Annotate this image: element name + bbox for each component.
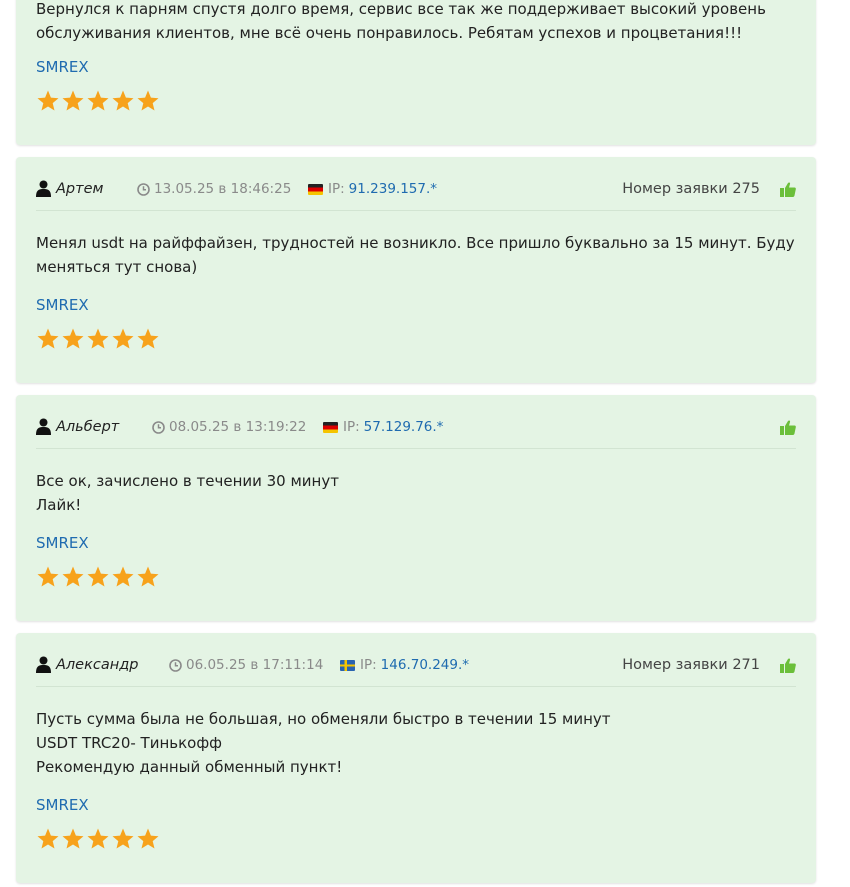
star-icon xyxy=(137,566,159,587)
order-number: Номер заявки 271 xyxy=(622,657,760,673)
star-icon xyxy=(112,828,134,849)
star-icon xyxy=(62,328,84,349)
thumbs-up-icon[interactable] xyxy=(780,658,796,673)
review-date: 08.05.25 в 13:19:22 xyxy=(152,419,306,435)
review-text-line: Менял usdt на райффайзен, трудностей не … xyxy=(36,234,795,252)
review-text: Вернулся к парням спустя долго время, се… xyxy=(36,0,796,45)
author: Артем xyxy=(36,180,103,197)
star-icon xyxy=(37,328,59,349)
review-text-line: Все ок, зачислено в течении 30 минут xyxy=(36,472,339,490)
review-card: Вернулся к парням спустя долго время, се… xyxy=(16,0,816,145)
review-text-line: Рекомендую данный обменный пункт! xyxy=(36,758,343,776)
review-date: 13.05.25 в 18:46:25 xyxy=(137,181,291,197)
service-link[interactable]: SMREX xyxy=(36,796,89,814)
rating-stars xyxy=(36,327,161,351)
date-text: 06.05.25 в 17:11:14 xyxy=(186,657,324,673)
star-icon xyxy=(62,828,84,849)
star-icon xyxy=(112,566,134,587)
user-icon xyxy=(36,180,51,197)
user-icon xyxy=(36,418,51,435)
date-text: 08.05.25 в 13:19:22 xyxy=(169,419,307,435)
review-text-line: USDT TRC20- Тинькофф xyxy=(36,734,223,752)
review-text-line: Лайк! xyxy=(36,496,82,514)
review-text: Менял usdt на райффайзен, трудностей не … xyxy=(36,231,796,279)
service-link[interactable]: SMREX xyxy=(36,58,89,76)
clock-icon xyxy=(169,658,182,672)
ip-info: IP: 146.70.249.* xyxy=(340,657,469,673)
author-name: Артем xyxy=(56,180,104,197)
review-text: Все ок, зачислено в течении 30 минут Лай… xyxy=(36,469,796,517)
review-header: Александр 06.05.25 в 17:11:14 IP: 146.70… xyxy=(36,633,796,687)
ip-address: 146.70.249.* xyxy=(380,657,470,673)
ip-label: IP: xyxy=(360,657,377,673)
rating-stars xyxy=(36,827,161,851)
star-icon xyxy=(137,90,159,111)
star-icon xyxy=(87,566,109,587)
star-icon xyxy=(37,566,59,587)
thumbs-up-icon[interactable] xyxy=(780,182,796,197)
author: Альберт xyxy=(36,418,119,435)
review-text: Пусть сумма была не большая, но обменяли… xyxy=(36,707,796,779)
ip-label: IP: xyxy=(328,181,345,197)
star-icon xyxy=(62,90,84,111)
review-header: Альберт 08.05.25 в 13:19:22 IP: 57.129.7… xyxy=(36,395,796,449)
author: Александр xyxy=(36,656,138,673)
ip-address: 91.239.157.* xyxy=(348,181,438,197)
review-card: Александр 06.05.25 в 17:11:14 IP: 146.70… xyxy=(16,633,816,883)
review-header: Артем 13.05.25 в 18:46:25 IP: 91.239.157… xyxy=(36,157,796,211)
review-card: Артем 13.05.25 в 18:46:25 IP: 91.239.157… xyxy=(16,157,816,383)
review-text-line: меняться тут снова) xyxy=(36,258,198,276)
star-icon xyxy=(37,90,59,111)
ip-address: 57.129.76.* xyxy=(363,419,444,435)
rating-stars xyxy=(36,89,161,113)
star-icon xyxy=(87,828,109,849)
review-text-line: обслуживания клиентов, мне всё очень пон… xyxy=(36,24,743,42)
review-card: Альберт 08.05.25 в 13:19:22 IP: 57.129.7… xyxy=(16,395,816,621)
user-icon xyxy=(36,656,51,673)
star-icon xyxy=(87,328,109,349)
review-date: 06.05.25 в 17:11:14 xyxy=(169,657,323,673)
thumbs-up-icon[interactable] xyxy=(780,420,796,435)
service-link[interactable]: SMREX xyxy=(36,296,89,314)
ip-info: IP: 57.129.76.* xyxy=(323,419,443,435)
clock-icon xyxy=(152,420,165,434)
review-text-line: Вернулся к парням спустя долго время, се… xyxy=(36,0,766,18)
author-name: Александр xyxy=(56,656,139,673)
star-icon xyxy=(137,328,159,349)
star-icon xyxy=(112,90,134,111)
service-link[interactable]: SMREX xyxy=(36,534,89,552)
star-icon xyxy=(137,828,159,849)
star-icon xyxy=(62,566,84,587)
ip-info: IP: 91.239.157.* xyxy=(308,181,437,197)
order-number: Номер заявки 275 xyxy=(622,181,760,197)
star-icon xyxy=(112,328,134,349)
star-icon xyxy=(87,90,109,111)
star-icon xyxy=(37,828,59,849)
date-text: 13.05.25 в 18:46:25 xyxy=(154,181,292,197)
flag-sweden-icon xyxy=(340,659,355,671)
author-name: Альберт xyxy=(56,418,120,435)
flag-germany-icon xyxy=(323,421,338,433)
ip-label: IP: xyxy=(343,419,360,435)
flag-germany-icon xyxy=(308,183,323,195)
review-text-line: Пусть сумма была не большая, но обменяли… xyxy=(36,710,611,728)
rating-stars xyxy=(36,565,161,589)
clock-icon xyxy=(137,182,150,196)
